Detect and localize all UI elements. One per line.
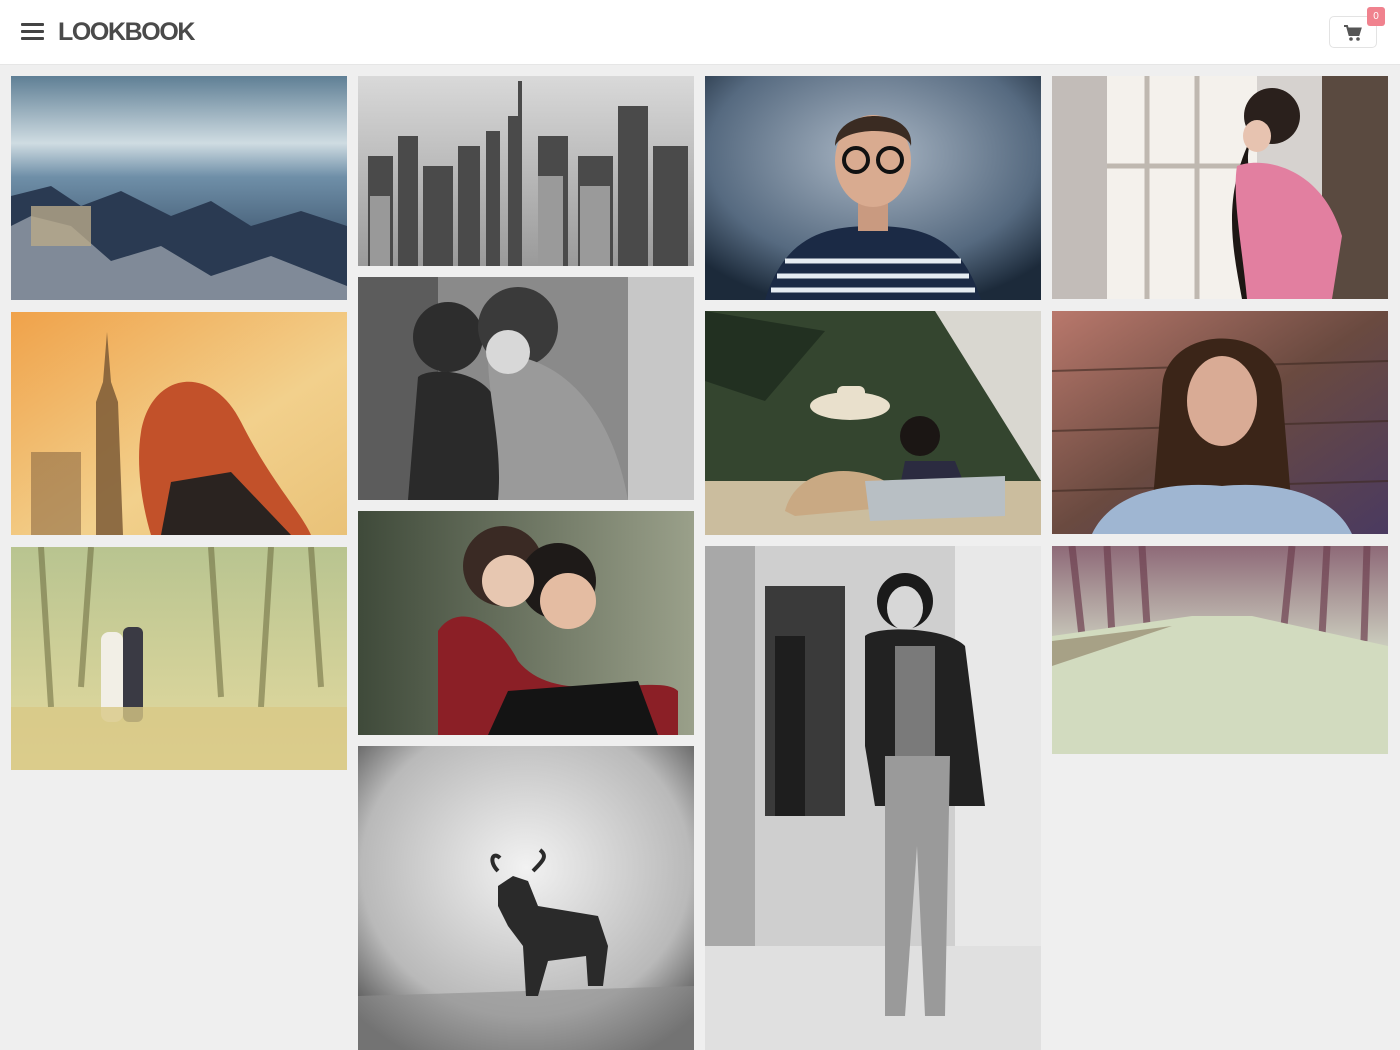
gallery-photo-city-rooftops[interactable]: [11, 76, 347, 300]
gallery-photo-forest-road[interactable]: [1052, 546, 1388, 754]
gallery-photo-woman-leather-jacket[interactable]: [705, 546, 1041, 1050]
gallery-photo-couple-picnic[interactable]: [705, 311, 1041, 535]
gallery-photo-wildebeest[interactable]: [358, 746, 694, 1050]
gallery-photo-couple-meadow[interactable]: [11, 547, 347, 770]
gallery-photo-man-glasses[interactable]: [705, 76, 1041, 300]
top-bar: LOOKBOOK 0: [0, 0, 1400, 65]
gallery-photo-couple-embrace-bw[interactable]: [358, 277, 694, 500]
gallery-photo-woman-sunset[interactable]: [11, 312, 347, 535]
brand-logo[interactable]: LOOKBOOK: [58, 16, 195, 48]
gallery-photo-woman-portrait[interactable]: [1052, 311, 1388, 534]
gallery-photo-couple-hug[interactable]: [358, 511, 694, 735]
hamburger-menu-icon[interactable]: [21, 23, 44, 41]
gallery-photo-woman-window[interactable]: [1052, 76, 1388, 299]
shopping-cart-icon: [1344, 25, 1362, 41]
gallery-photo-new-york-skyline[interactable]: [358, 76, 694, 266]
cart-count-badge: 0: [1367, 7, 1385, 26]
